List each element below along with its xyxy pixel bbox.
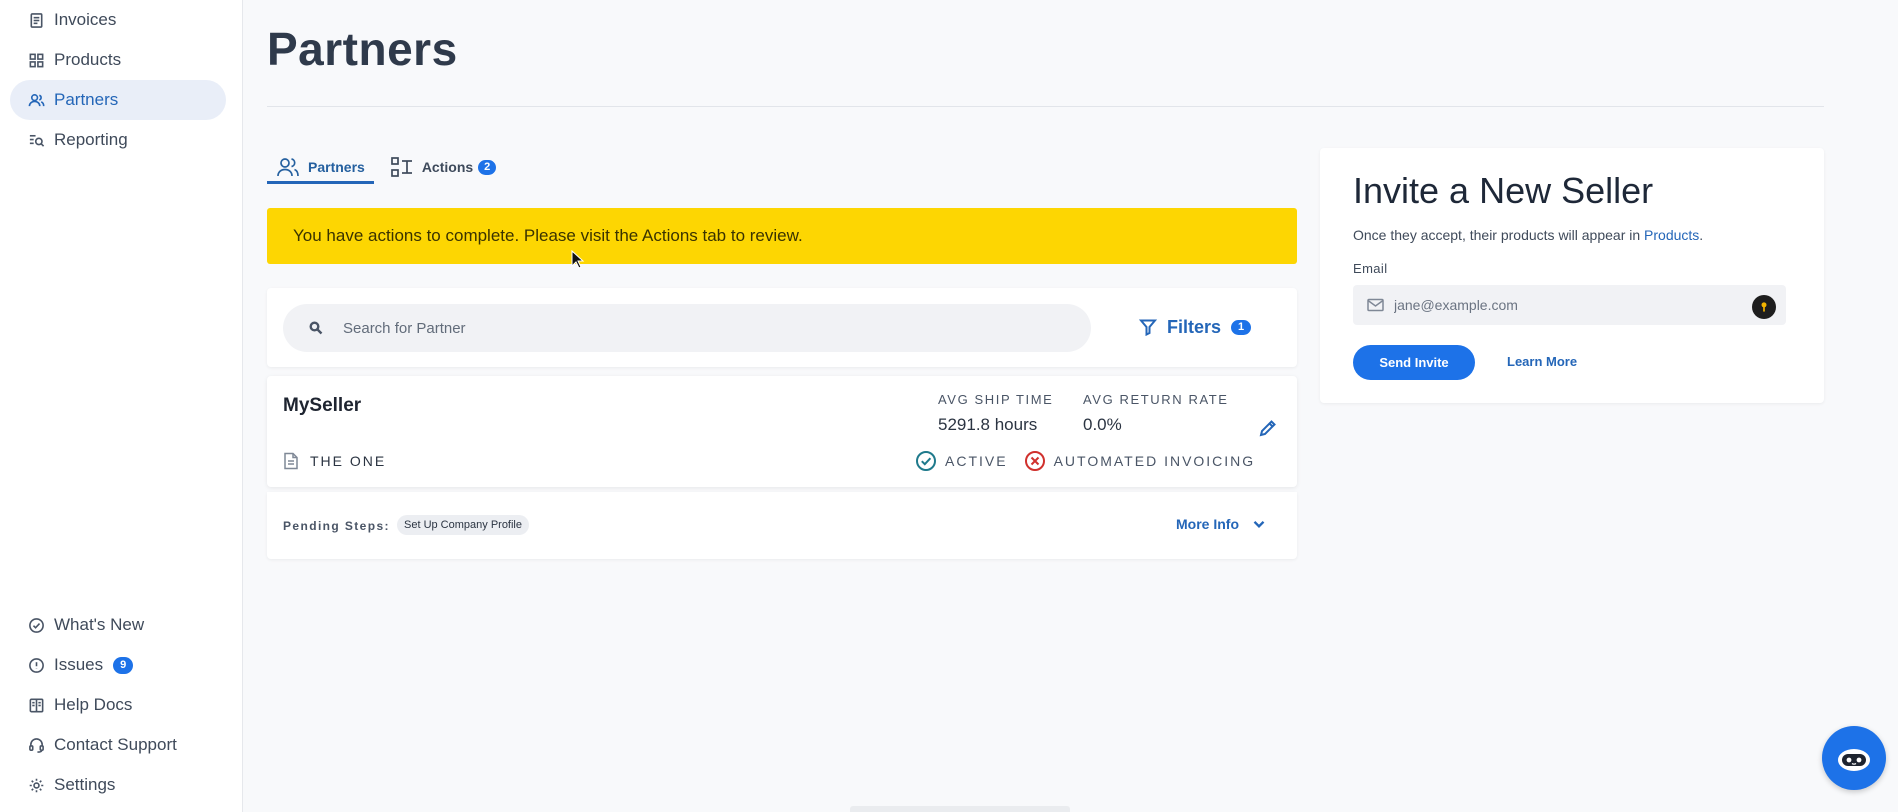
filters-count-badge: 1: [1231, 319, 1252, 335]
sidebar-item-label: What's New: [54, 615, 145, 634]
stat-label: AVG SHIP TIME: [938, 392, 1054, 407]
header-divider: [267, 106, 1824, 107]
actions-alert-banner: You have actions to complete. Please vis…: [267, 208, 1297, 264]
mail-icon: [1367, 298, 1384, 312]
partner-card[interactable]: MySeller THE ONE AVG SHIP TIME 5291.8 ho…: [267, 376, 1297, 487]
check-circle-icon: [916, 451, 936, 471]
partner-name: MySeller: [283, 395, 362, 416]
password-manager-icon[interactable]: [1752, 295, 1776, 319]
email-label: Email: [1353, 261, 1388, 276]
workflow-icon: [390, 157, 412, 177]
chat-bot-button[interactable]: [1822, 726, 1886, 790]
status-automated-invoicing: AUTOMATED INVOICING: [1024, 450, 1256, 472]
invite-seller-panel: Invite a New Seller Once they accept, th…: [1320, 148, 1824, 403]
invite-title: Invite a New Seller: [1353, 170, 1654, 211]
bottom-handle: [850, 806, 1070, 812]
invite-description: Once they accept, their products will ap…: [1353, 227, 1704, 243]
search-icon: [309, 321, 323, 335]
invoice-icon: [27, 11, 45, 29]
sidebar-item-contact-support[interactable]: Contact Support: [10, 725, 226, 765]
sidebar-item-whats-new[interactable]: What's New: [10, 605, 226, 645]
sidebar-item-help-docs[interactable]: Help Docs: [10, 685, 226, 725]
document-icon: [284, 452, 298, 470]
products-link[interactable]: Products: [1644, 227, 1699, 243]
more-info-button[interactable]: More Info: [1176, 516, 1266, 532]
page-title: Partners: [267, 23, 458, 75]
bot-icon: [1838, 749, 1870, 771]
check-circle-icon: [27, 616, 45, 634]
pending-steps-label: Pending Steps:: [283, 519, 390, 533]
sidebar: Invoices Products Partners Reporting Wha…: [0, 0, 243, 812]
sidebar-item-label: Partners: [54, 90, 119, 109]
docs-icon: [27, 696, 45, 714]
chevron-down-icon: [1253, 520, 1265, 528]
sidebar-item-label: Help Docs: [54, 695, 133, 714]
status-active: ACTIVE: [915, 450, 1008, 472]
grid-icon: [27, 51, 45, 69]
alert-text: You have actions to complete. Please vis…: [293, 226, 803, 245]
partner-subtitle: THE ONE: [283, 452, 386, 470]
partner-status-row: ACTIVE AUTOMATED INVOICING: [915, 450, 1255, 472]
sidebar-item-partners[interactable]: Partners: [10, 80, 226, 120]
pencil-icon: [1259, 420, 1276, 437]
avg-return-rate-stat: AVG RETURN RATE 0.0%: [1083, 392, 1229, 435]
search-box: [283, 304, 1091, 352]
alert-circle-icon: [27, 656, 45, 674]
sidebar-item-issues[interactable]: Issues 9: [10, 645, 226, 685]
edit-partner-button[interactable]: [1258, 418, 1280, 440]
sidebar-item-label: Issues: [54, 655, 104, 674]
stat-value: 0.0%: [1083, 415, 1122, 434]
tab-label: Partners: [308, 159, 365, 175]
sidebar-item-reporting[interactable]: Reporting: [10, 120, 226, 160]
report-search-icon: [27, 131, 45, 149]
gear-icon: [27, 776, 45, 794]
sidebar-item-products[interactable]: Products: [10, 40, 226, 80]
tab-label: Actions: [421, 159, 474, 175]
users-icon: [277, 158, 299, 177]
sidebar-item-settings[interactable]: Settings: [10, 765, 226, 805]
filters-button[interactable]: Filters 1: [1129, 307, 1261, 347]
send-invite-button[interactable]: Send Invite: [1353, 345, 1475, 380]
search-input[interactable]: [343, 319, 1043, 337]
users-icon: [27, 91, 45, 109]
tab-actions[interactable]: Actions 2: [381, 150, 505, 184]
sidebar-item-label: Contact Support: [54, 735, 177, 754]
actions-count-badge: 2: [478, 159, 497, 175]
mouse-cursor-icon: [571, 250, 585, 269]
filter-icon: [1139, 319, 1157, 336]
headset-icon: [27, 736, 45, 754]
x-circle-icon: [1024, 451, 1045, 471]
learn-more-link[interactable]: Learn More: [1507, 354, 1577, 369]
issues-count-badge: 9: [113, 656, 134, 674]
email-field[interactable]: [1394, 297, 1754, 313]
stat-label: AVG RETURN RATE: [1083, 392, 1229, 407]
sidebar-item-label: Invoices: [54, 10, 117, 29]
sidebar-item-label: Reporting: [54, 130, 128, 149]
email-field-wrapper: [1353, 285, 1786, 325]
tab-bar: Partners Actions 2: [267, 150, 505, 184]
sidebar-item-label: Products: [54, 50, 122, 69]
sidebar-item-invoices[interactable]: Invoices: [10, 0, 226, 40]
filters-label: Filters: [1167, 316, 1222, 337]
avg-ship-time-stat: AVG SHIP TIME 5291.8 hours: [938, 392, 1053, 435]
stat-value: 5291.8 hours: [938, 415, 1038, 434]
tab-partners[interactable]: Partners: [267, 150, 374, 184]
pending-step-chip[interactable]: Set Up Company Profile: [397, 515, 529, 535]
sidebar-item-label: Settings: [54, 775, 116, 794]
partner-search-card: Filters 1: [267, 288, 1297, 367]
pending-steps-card: Pending Steps: Set Up Company Profile Mo…: [267, 492, 1297, 559]
